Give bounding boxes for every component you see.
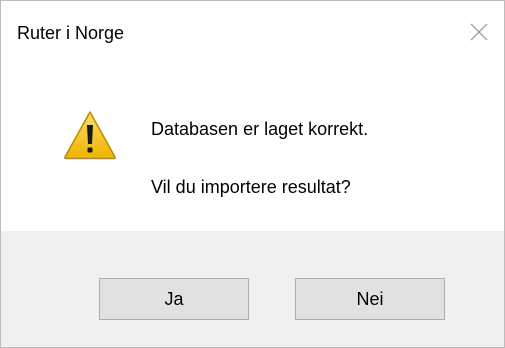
- close-button[interactable]: [466, 19, 492, 45]
- window-title: Ruter i Norge: [17, 23, 125, 43]
- yes-button[interactable]: Ja: [99, 278, 249, 320]
- no-button[interactable]: Nei: [295, 278, 445, 320]
- close-icon: [470, 23, 488, 41]
- button-bar: Ja Nei: [1, 231, 504, 347]
- message-dialog: Ruter i Norge Databasen er laget korrekt…: [0, 0, 505, 348]
- dialog-content: Databasen er laget korrekt. Vil du impor…: [1, 65, 504, 231]
- title-bar: Ruter i Norge: [1, 1, 504, 65]
- message-text-line1: Databasen er laget korrekt.: [151, 119, 369, 139]
- warning-icon: [64, 111, 116, 160]
- message-text-line2: Vil du importere resultat?: [151, 177, 351, 197]
